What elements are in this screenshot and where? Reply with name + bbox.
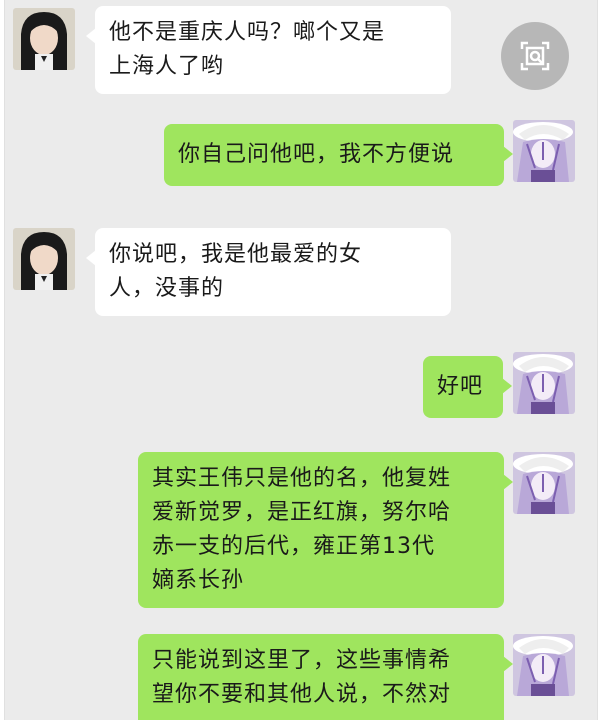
outgoing-message[interactable]: 只能说到这里了，这些事情希 望你不要和其他人说，不然对 — [138, 634, 513, 720]
message-line: 他不是重庆人吗？啷个又是 — [109, 20, 386, 45]
girl-avatar-icon — [13, 228, 75, 290]
message-line: 望你不要和其他人说，不然对 — [152, 682, 452, 707]
message-line: 其实王伟只是他的名，他复姓 — [152, 466, 452, 491]
message-line: 人，没事的 — [109, 276, 225, 301]
incoming-message[interactable]: 你说吧，我是他最爱的女 人，没事的 — [86, 228, 451, 316]
message-line: 好吧 — [437, 374, 484, 399]
outgoing-message[interactable]: 其实王伟只是他的名，他复姓 爱新觉罗，是正红旗，努尔哈 赤一支的后代，雍正第13… — [138, 452, 513, 608]
anime-avatar-icon — [513, 634, 575, 696]
self-avatar[interactable] — [513, 352, 575, 414]
image-search-button[interactable] — [501, 22, 569, 90]
anime-avatar-icon — [513, 352, 575, 414]
girl-avatar-icon — [13, 8, 75, 70]
anime-avatar-icon — [513, 120, 575, 182]
anime-avatar-icon — [513, 452, 575, 514]
bottom-border — [0, 720, 600, 728]
message-line: 赤一支的后代，雍正第13代 — [152, 534, 435, 559]
contact-avatar[interactable] — [13, 228, 75, 290]
message-line: 你自己问他吧，我不方便说 — [178, 142, 455, 167]
chat-screen: 他不是重庆人吗？啷个又是 上海人了哟 你自己问他吧，我不方便说 你说吧，我是他最… — [4, 0, 598, 720]
message-line: 爱新觉罗，是正红旗，努尔哈 — [152, 500, 452, 525]
message-line: 嫡系长孙 — [152, 568, 245, 593]
search-image-icon — [520, 41, 550, 71]
incoming-message[interactable]: 他不是重庆人吗？啷个又是 上海人了哟 — [86, 6, 451, 94]
self-avatar[interactable] — [513, 120, 575, 182]
outgoing-message[interactable]: 你自己问他吧，我不方便说 — [164, 124, 513, 186]
contact-avatar[interactable] — [13, 8, 75, 70]
self-avatar[interactable] — [513, 452, 575, 514]
message-line: 上海人了哟 — [109, 54, 225, 79]
self-avatar[interactable] — [513, 634, 575, 696]
message-line: 只能说到这里了，这些事情希 — [152, 648, 452, 673]
message-line: 你说吧，我是他最爱的女 — [109, 242, 363, 267]
outgoing-message[interactable]: 好吧 — [423, 356, 512, 418]
